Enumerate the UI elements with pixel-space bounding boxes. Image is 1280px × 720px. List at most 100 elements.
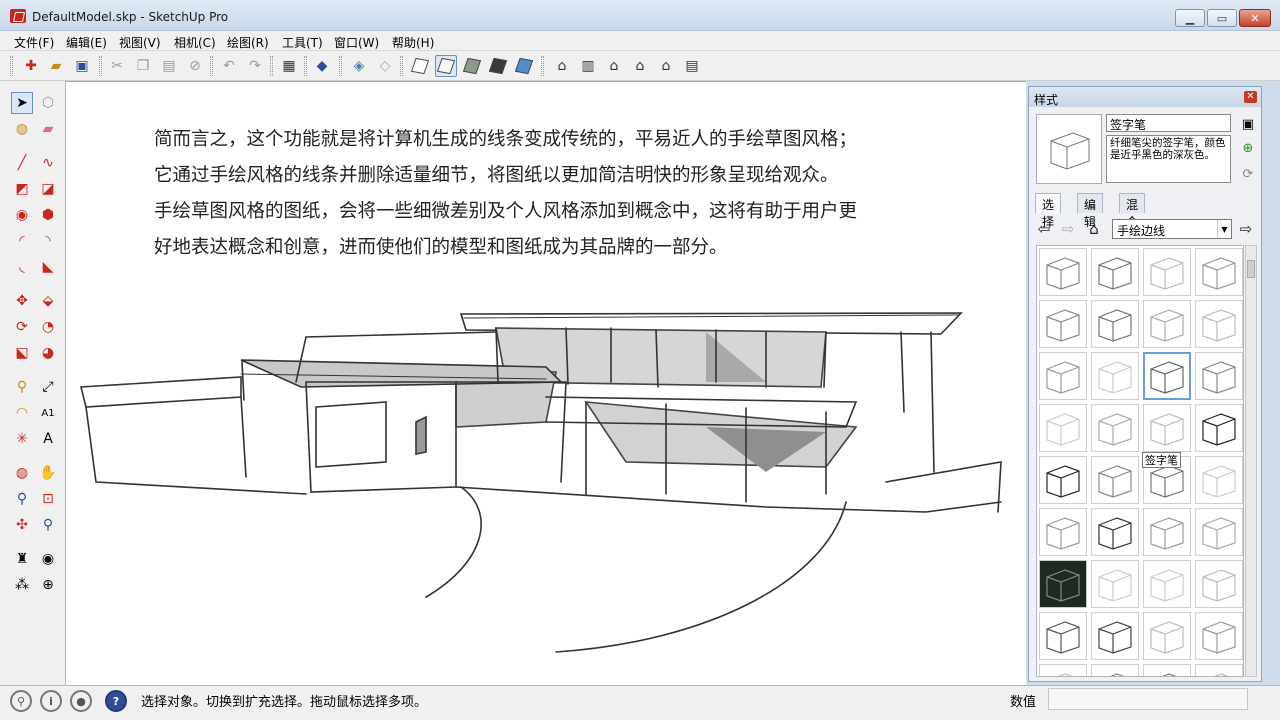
zoom-extents-icon[interactable]: ✣ [11,514,33,536]
style-thumbnail[interactable] [1091,456,1139,504]
model-info-icon[interactable]: ◆ [311,55,333,77]
iso-view-icon[interactable]: ⌂ [551,55,573,77]
redo-icon[interactable]: ↷ [244,55,266,77]
collection-select[interactable]: 手绘边线 ▼ [1112,219,1232,239]
arc-tool-icon[interactable]: ◜ [11,230,33,252]
style-thumbnail[interactable] [1195,456,1243,504]
section-plane-icon[interactable]: ⊕ [37,574,59,596]
follow-me-icon[interactable]: ◔ [37,316,59,338]
style-thumbnail[interactable] [1143,508,1191,556]
help-icon[interactable]: ? [105,690,127,712]
three-point-arc-icon[interactable]: ◟ [11,256,33,278]
offset-tool-icon[interactable]: ◕ [37,342,59,364]
position-camera-icon[interactable]: ♜ [11,548,33,570]
style-thumbnail[interactable] [1143,612,1191,660]
user-account-icon[interactable]: ● [70,690,92,712]
toolbar-grip[interactable] [99,56,102,76]
style-thumbnail[interactable] [1143,352,1191,400]
freehand-tool-icon[interactable]: ∿ [37,152,59,174]
style-thumbnail[interactable] [1091,664,1139,676]
style-name-field[interactable]: 签字笔 [1106,114,1231,132]
dimension-tool-icon[interactable]: ⤢ [37,376,59,398]
front-view-icon[interactable]: ⌂ [603,55,625,77]
style-thumbnail[interactable] [1143,300,1191,348]
menu-view[interactable]: 视图(V) [119,34,161,51]
scrollbar-thumb[interactable] [1247,260,1255,278]
menu-help[interactable]: 帮助(H) [392,34,434,51]
paste-icon[interactable]: ▤ [158,55,180,77]
back-edges-icon[interactable]: ◇ [374,55,396,77]
refresh-icon[interactable]: ⟳ [1239,165,1257,183]
style-thumbnail[interactable] [1091,560,1139,608]
undo-icon[interactable]: ↶ [218,55,240,77]
print-icon[interactable]: ▦ [278,55,300,77]
style-thumbnail[interactable] [1039,612,1087,660]
forward-arrow-icon[interactable]: ⇨ [1059,220,1077,238]
create-style-icon[interactable]: ▣ [1239,115,1257,133]
back-view-icon[interactable]: ⌂ [655,55,677,77]
toolbar-grip[interactable] [541,56,544,76]
measurements-input[interactable] [1048,688,1248,710]
toolbar-grip[interactable] [400,56,403,76]
paint-bucket-icon[interactable]: ◍ [11,118,33,140]
style-thumbnail[interactable] [1091,508,1139,556]
scale-tool-icon[interactable]: ⬕ [11,342,33,364]
orbit-tool-icon[interactable]: ◍ [11,462,33,484]
style-thumbnail[interactable] [1143,560,1191,608]
style-thumbnail[interactable] [1091,612,1139,660]
menu-window[interactable]: 窗口(W) [334,34,379,51]
tab-edit[interactable]: 编辑 [1077,193,1104,229]
home-icon[interactable]: ⌂ [1085,220,1103,238]
line-tool-icon[interactable]: ╱ [11,152,33,174]
toolbar-grip[interactable] [304,56,307,76]
menu-edit[interactable]: 编辑(E) [66,34,107,51]
left-view-icon[interactable]: ▤ [681,55,703,77]
style-thumbnail[interactable] [1143,404,1191,452]
style-thumbnail[interactable] [1143,664,1191,676]
3d-text-icon[interactable]: A [37,428,59,450]
menu-draw[interactable]: 绘图(R) [227,34,269,51]
toolbar-grip[interactable] [10,56,13,76]
style-thumbnail[interactable] [1195,404,1243,452]
shaded-textures-icon[interactable] [487,55,509,77]
close-button[interactable]: ✕ [1239,9,1271,27]
pie-tool-icon[interactable]: ◣ [37,256,59,278]
geo-location-icon[interactable]: ⚲ [10,690,32,712]
style-thumbnail[interactable] [1039,352,1087,400]
previous-view-icon[interactable]: ⚲ [37,514,59,536]
zoom-window-icon[interactable]: ⊡ [37,488,59,510]
style-thumbnail[interactable] [1091,404,1139,452]
tape-measure-icon[interactable]: ⚲ [11,376,33,398]
toolbar-grip[interactable] [210,56,213,76]
new-file-icon[interactable]: ✚ [20,55,42,77]
text-tool-icon[interactable]: A1 [37,402,59,424]
style-thumbnail[interactable] [1091,300,1139,348]
rotated-rectangle-icon[interactable]: ◪ [37,178,59,200]
wireframe-icon[interactable] [409,55,431,77]
style-thumbnail[interactable] [1039,560,1087,608]
toolbar-grip[interactable] [270,56,273,76]
erase-icon[interactable]: ⊘ [184,55,206,77]
style-thumbnail[interactable] [1195,248,1243,296]
copy-icon[interactable]: ❐ [132,55,154,77]
push-pull-icon[interactable]: ⬙ [37,290,59,312]
axes-tool-icon[interactable]: ✳ [11,428,33,450]
style-thumbnail[interactable] [1039,300,1087,348]
move-tool-icon[interactable]: ✥ [11,290,33,312]
tab-select[interactable]: 选择 [1035,193,1062,229]
cut-icon[interactable]: ✂ [106,55,128,77]
style-thumbnail[interactable] [1039,456,1087,504]
style-thumbnail[interactable] [1039,404,1087,452]
menu-file[interactable]: 文件(F) [14,34,54,51]
details-arrow-icon[interactable]: ⇨ [1237,220,1255,238]
menu-camera[interactable]: 相机(C) [174,34,216,51]
chevron-down-icon[interactable]: ▼ [1217,220,1231,238]
monochrome-icon[interactable] [513,55,535,77]
right-view-icon[interactable]: ⌂ [629,55,651,77]
circle-tool-icon[interactable]: ◉ [11,204,33,226]
style-thumbnail[interactable] [1195,664,1243,676]
save-icon[interactable]: ▣ [71,55,93,77]
style-thumbnail[interactable] [1039,248,1087,296]
style-thumbnail[interactable] [1091,352,1139,400]
credits-info-icon[interactable]: i [40,690,62,712]
